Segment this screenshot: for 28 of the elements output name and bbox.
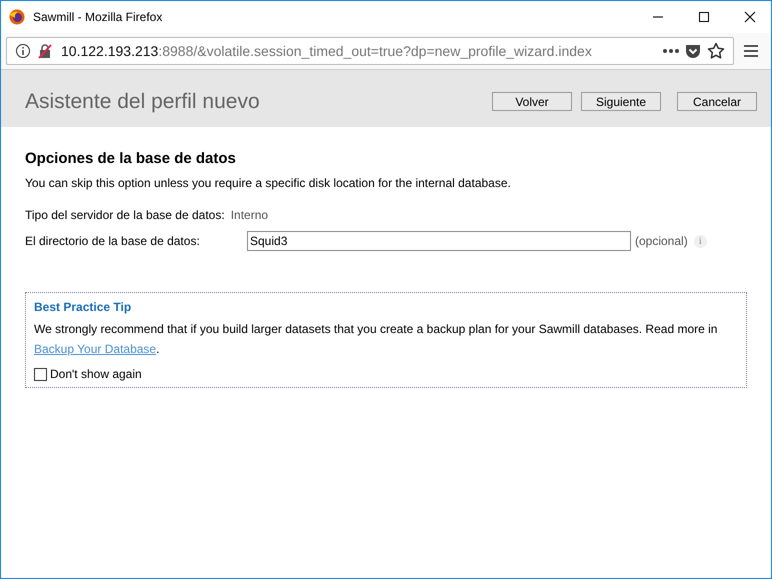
window-title: Sawmill - Mozilla Firefox: [33, 10, 164, 24]
address-bar[interactable]: 10.122.193.213:8988/&volatile.session_timed_out=true?dp=new_profile_wizard.index: [6, 37, 734, 65]
checkbox[interactable]: [34, 368, 47, 380]
section-heading: Opciones de la base de datos: [25, 150, 237, 167]
checkbox-label[interactable]: Don't show again: [50, 367, 142, 381]
wizard-title: Asistente del perfil nuevo: [25, 90, 260, 114]
wizard-button[interactable]: Cancelar: [677, 92, 757, 111]
optional-note: (opcional): [635, 234, 688, 248]
directory-input[interactable]: Squid3: [247, 231, 631, 251]
firefox-logo-icon: [9, 9, 25, 25]
menu-icon[interactable]: [744, 45, 758, 57]
url-path: :8988/&volatile.session_timed_out=true?dp=new_profile_wizard.index: [158, 43, 592, 59]
maximize-icon[interactable]: [698, 11, 710, 23]
close-icon[interactable]: [744, 11, 756, 23]
more-icon[interactable]: [663, 48, 679, 54]
section-description: You can skip this option unless you require a specific disk location for the internal database.: [25, 176, 512, 190]
tip-title: Best Practice Tip: [34, 300, 132, 314]
server-type-value: Interno: [230, 208, 268, 222]
tip-text: We strongly recommend that if you build larger datasets that you create a backup plan for your Sawmill databases. Read more in Backup Your Database.: [34, 321, 718, 358]
field-label: El directorio de la base de datos:: [25, 234, 201, 248]
wizard-button[interactable]: Siguiente: [581, 92, 661, 111]
url-host: 10.122.193.213: [61, 43, 158, 59]
pocket-icon[interactable]: [685, 43, 701, 59]
wizard-button[interactable]: Volver: [492, 92, 572, 111]
insecure-lock-icon[interactable]: [37, 43, 53, 59]
star-icon[interactable]: [707, 42, 725, 60]
info-icon[interactable]: [15, 43, 31, 59]
field-label: Tipo del servidor de la base de datos:: [25, 208, 225, 222]
